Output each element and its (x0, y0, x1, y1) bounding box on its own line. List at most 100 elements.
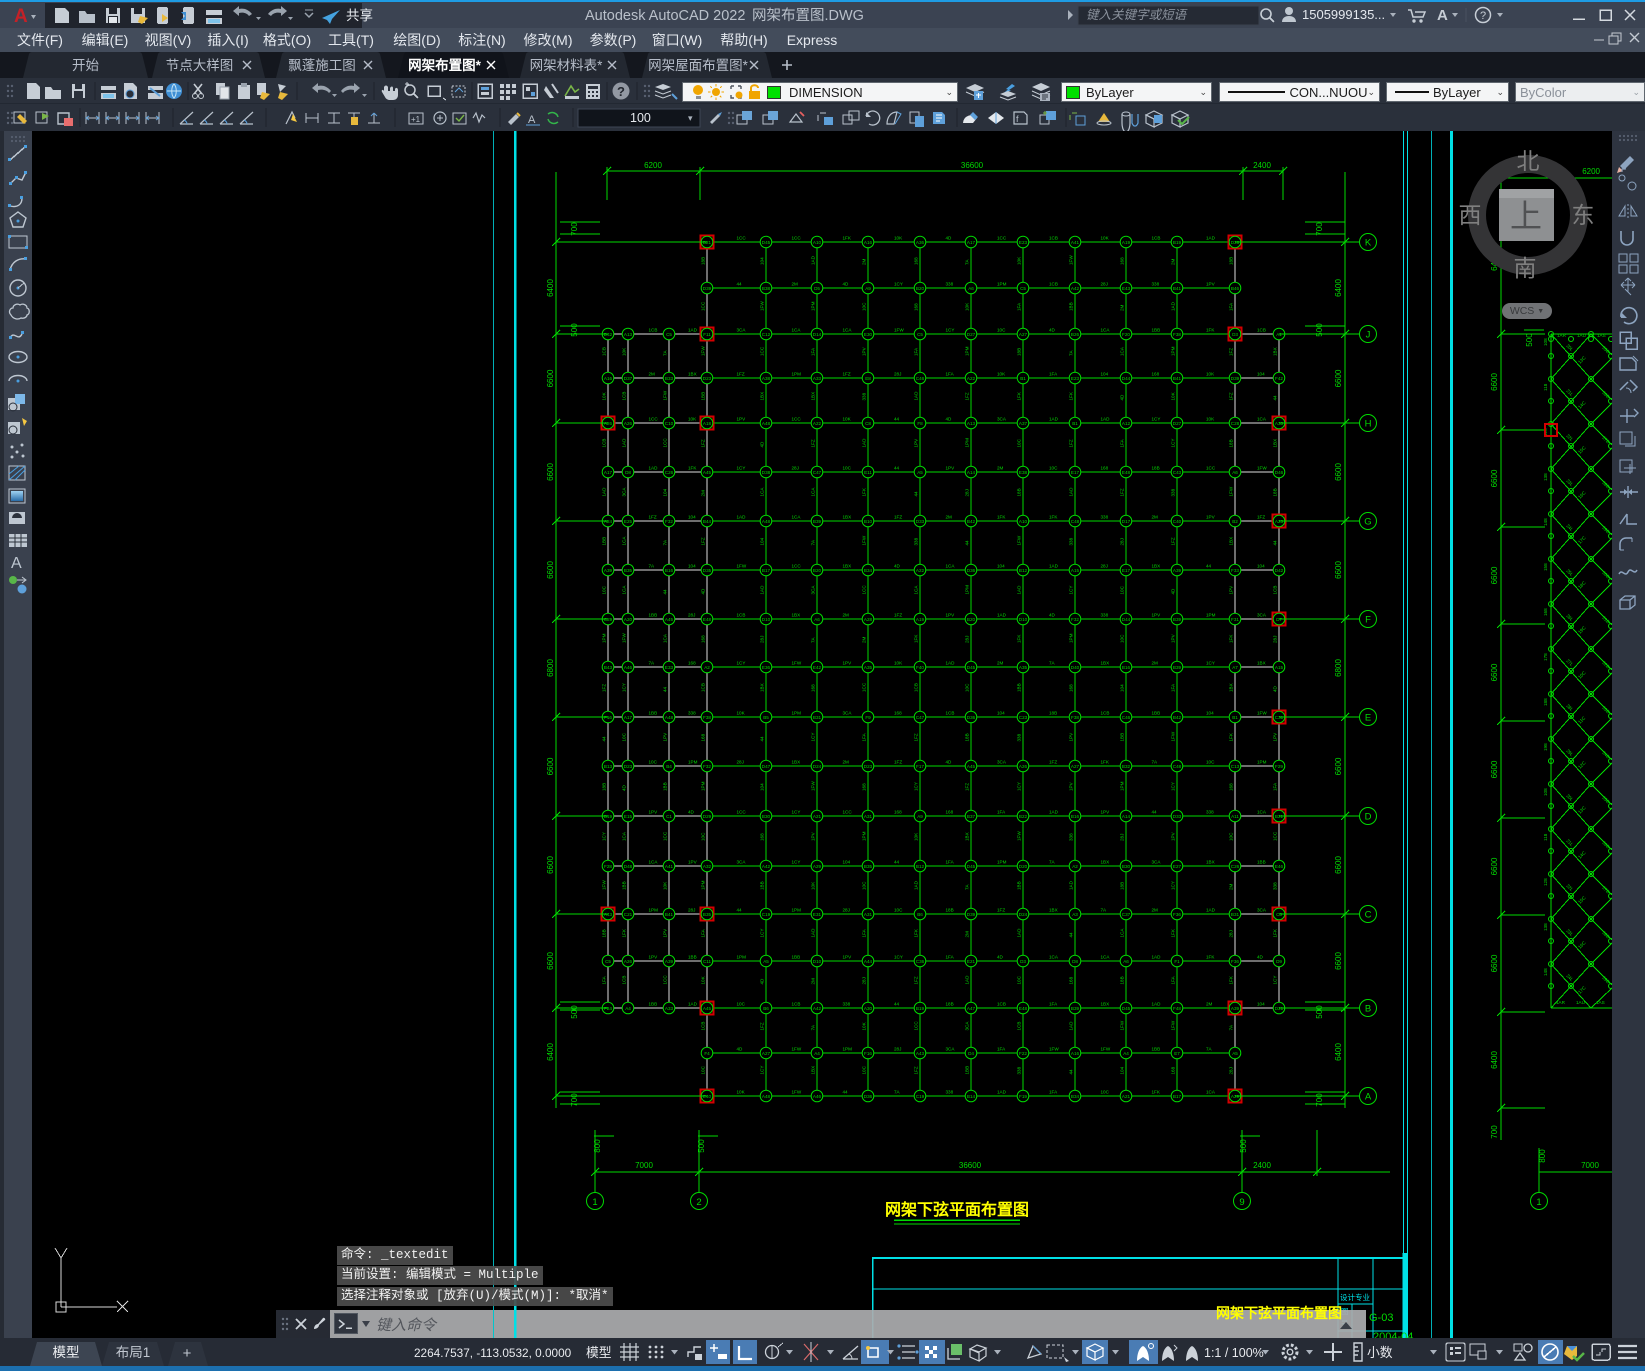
svg-text:1BB: 1BB (1152, 328, 1161, 333)
svg-text:1FA: 1FA (1049, 1002, 1058, 1007)
svg-text:6600: 6600 (1334, 369, 1343, 387)
svg-text:1FZ: 1FZ (1257, 515, 1265, 520)
svg-text:4D: 4D (701, 588, 706, 595)
svg-text:D39: D39 (1231, 376, 1240, 381)
svg-text:168: 168 (914, 257, 919, 265)
svg-text:29B: 29B (1601, 525, 1610, 534)
svg-text:10C: 10C (894, 908, 903, 913)
svg-text:26B: 26B (1601, 390, 1610, 399)
svg-text:B46: B46 (1231, 286, 1240, 291)
svg-text:1FW: 1FW (1171, 1020, 1176, 1030)
svg-text:C46: C46 (916, 376, 925, 381)
svg-text:1PM: 1PM (737, 955, 747, 960)
svg-text:6600: 6600 (1334, 952, 1343, 970)
svg-text:1FK: 1FK (1229, 634, 1234, 643)
svg-text:1PV: 1PV (914, 438, 919, 448)
svg-text:21B: 21B (1601, 615, 1610, 624)
svg-text:6400: 6400 (1334, 1043, 1343, 1061)
svg-text:A: A (528, 114, 536, 126)
svg-text:2: 2 (696, 1197, 701, 1208)
svg-text:2M: 2M (649, 372, 656, 377)
svg-text:A13: A13 (624, 332, 633, 337)
svg-text:E36: E36 (762, 665, 771, 670)
svg-text:D10: D10 (813, 959, 822, 964)
svg-text:2M: 2M (862, 636, 867, 643)
svg-text:A: A (1437, 7, 1448, 24)
svg-text:28J: 28J (1120, 538, 1125, 545)
svg-text:10K: 10K (843, 417, 852, 422)
svg-text:A7: A7 (1232, 665, 1238, 670)
svg-text:B20: B20 (916, 286, 925, 291)
svg-text:B1: B1 (1232, 715, 1238, 720)
svg-text:338: 338 (1152, 282, 1160, 287)
svg-text:44: 44 (1273, 540, 1278, 546)
svg-text:模型: 模型 (53, 1345, 80, 1360)
svg-text:1BB: 1BB (1257, 860, 1266, 865)
svg-text:D36: D36 (864, 1094, 873, 1099)
svg-text:A26: A26 (624, 959, 633, 964)
svg-text:C11: C11 (703, 959, 712, 964)
svg-text:10K: 10K (965, 302, 970, 311)
svg-text:F16: F16 (864, 1051, 872, 1056)
svg-text:1BB: 1BB (649, 711, 658, 716)
svg-text:104: 104 (663, 488, 668, 496)
svg-text:18B: 18B (1273, 488, 1278, 496)
svg-text:D10: D10 (1019, 617, 1028, 622)
svg-text:1FZ: 1FZ (602, 684, 607, 692)
svg-text:28J: 28J (792, 466, 799, 471)
svg-text:7A: 7A (894, 1090, 901, 1095)
svg-text:A16: A16 (864, 240, 873, 245)
svg-text:J: J (1366, 330, 1371, 341)
svg-text:18B: 18B (1152, 466, 1160, 471)
svg-text:1CA: 1CA (811, 487, 816, 497)
svg-text:1FK: 1FK (1101, 760, 1110, 765)
svg-text:1CY: 1CY (1171, 439, 1176, 448)
svg-text:6600: 6600 (1334, 463, 1343, 481)
svg-text:1PV: 1PV (649, 955, 659, 960)
svg-text:C1: C1 (666, 814, 672, 819)
svg-text:A16: A16 (604, 376, 613, 381)
svg-text:1AD: 1AD (1069, 487, 1074, 497)
svg-text:A9: A9 (917, 814, 923, 819)
svg-text:A48: A48 (665, 715, 674, 720)
svg-text:1CY: 1CY (1273, 976, 1278, 985)
svg-text:A35: A35 (864, 665, 873, 670)
svg-text:700: 700 (1315, 1093, 1324, 1107)
svg-text:A5: A5 (917, 470, 923, 475)
svg-text:168: 168 (1120, 257, 1125, 265)
svg-text:A36: A36 (916, 240, 925, 245)
svg-text:500: 500 (570, 1005, 579, 1019)
svg-text:1CC: 1CC (649, 417, 659, 422)
svg-text:B: B (1365, 1004, 1371, 1015)
svg-text:1FA: 1FA (1049, 1090, 1058, 1095)
svg-text:44: 44 (843, 1090, 849, 1095)
svg-text:1FA: 1FA (602, 975, 607, 984)
svg-text:18B: 18B (602, 929, 607, 937)
svg-text:A11: A11 (1231, 814, 1239, 819)
svg-text:1BX: 1BX (1049, 908, 1058, 913)
svg-text:布局1: 布局1 (116, 1345, 151, 1360)
svg-text:1BX: 1BX (1273, 347, 1278, 356)
svg-text:A39: A39 (1173, 568, 1182, 573)
svg-text:A5: A5 (763, 959, 769, 964)
svg-text:500: 500 (1525, 333, 1534, 347)
svg-text:1PM: 1PM (1257, 760, 1267, 765)
svg-text:118: 118 (1543, 383, 1548, 391)
svg-text:1AU: 1AU (1576, 1000, 1585, 1005)
svg-text:2M: 2M (1120, 304, 1125, 311)
svg-text:10K: 10K (1101, 236, 1110, 241)
svg-text:1PV: 1PV (843, 955, 853, 960)
svg-text:C47: C47 (813, 470, 822, 475)
svg-text:7000: 7000 (635, 1161, 653, 1170)
svg-text:D3: D3 (1232, 332, 1238, 337)
svg-text:修改(M): 修改(M) (524, 32, 573, 48)
svg-text:1CY: 1CY (811, 733, 816, 742)
svg-text:D39: D39 (967, 912, 976, 917)
svg-text:1CY: 1CY (622, 683, 627, 692)
svg-text:1AD: 1AD (965, 975, 970, 985)
svg-text:1FK: 1FK (1206, 955, 1215, 960)
svg-text:44: 44 (894, 466, 900, 471)
svg-text:28J: 28J (1120, 834, 1125, 841)
svg-text:138: 138 (1543, 473, 1548, 481)
svg-text:20B: 20B (1601, 570, 1610, 579)
